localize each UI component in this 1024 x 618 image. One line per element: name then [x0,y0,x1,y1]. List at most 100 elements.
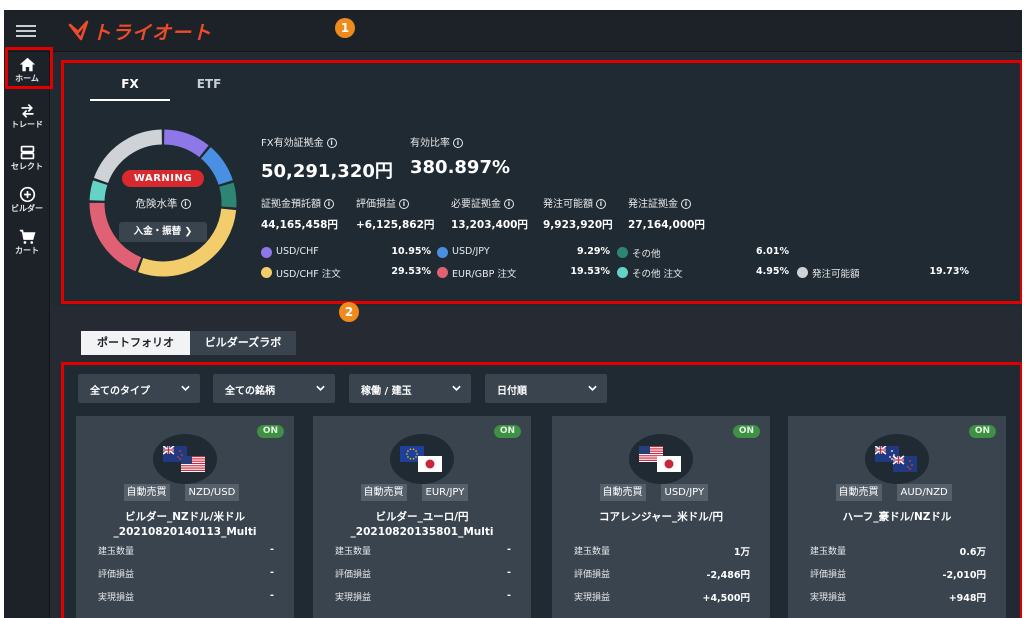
tab-etf[interactable]: ETF [169,77,249,101]
legend-swatch [617,267,628,278]
donut-slice [89,180,108,202]
card-metric-value: - [270,590,274,601]
info-icon[interactable]: i [324,199,334,209]
tab-portfolio[interactable]: ポートフォリオ [81,331,190,355]
sidebar-item-label: セレクト [11,162,43,171]
info-icon[interactable]: i [180,199,191,209]
metric-value: 44,165,458円 [261,219,338,231]
strategy-card[interactable]: ON 自動売買 AUD/NZD ハーフ_豪ドル/NZドル 建玉数量 0.6万 評価損益 -2,… [788,416,1006,618]
card-metric-value: - [507,590,511,601]
annotation-badge-2: 2 [339,302,359,322]
info-icon[interactable]: i [326,138,337,148]
card-metric-label: 実現損益 [810,593,847,603]
strategy-name: ハーフ_豪ドル/NZドル [788,510,1006,525]
filter-dropdown[interactable]: 稼働 / 建玉 [349,374,471,403]
card-metric-value: -2,486円 [706,570,751,581]
legend-swatch [437,267,448,278]
fx-margin-value: 50,291,320円 [261,161,393,182]
card-metric-label: 評価損益 [98,570,135,580]
info-icon[interactable]: i [596,199,606,209]
home-icon [19,57,35,72]
legend-percent: 4.95% [756,266,789,277]
filter-label: 全ての銘柄 [225,386,275,397]
legend-swatch [437,247,448,258]
legend-swatch [617,247,628,258]
metric-value: 13,203,400円 [451,219,528,231]
strategy-card[interactable]: ON 自動売買 USD/JPY コアレンジャー_米ドル/円建玉数量 1万評価損益 -2,4… [552,416,770,618]
sidebar-item-label: カート [15,246,39,255]
status-badge: ON [733,425,760,438]
trade-type-tag: 自動売買 [360,484,407,501]
margin-donut-chart: WARNING 危険水準 i 入金・振替 ❯ [83,123,243,283]
ratio-label-text: 有効比率 [410,138,450,149]
card-metric-value: - [507,567,511,578]
tab-fx[interactable]: FX [90,77,170,101]
filter-label: 全てのタイプ [90,386,150,397]
strategy-name: ビルダー_ユーロ/円 _20210820135801_Multi [313,510,531,540]
info-icon[interactable]: i [504,199,514,209]
sidebar-item-trade[interactable]: トレード [4,98,50,138]
currency-pair-tag: USD/JPY [660,484,709,501]
strategy-name-line: ビルダー_ユーロ/円 [375,511,469,523]
strategy-name-line: _20210820135801_Multi [350,526,494,538]
currency-flags [629,434,693,484]
filter-dropdown[interactable]: 日付順 [485,374,607,403]
legend-percent: 19.53% [570,266,610,277]
card-metric-label: 建玉数量 [574,547,611,557]
card-metric-value: +948円 [948,593,986,604]
ratio-label: 有効比率 i [410,134,463,149]
strategy-name-line: コアレンジャー_米ドル/円 [598,511,724,523]
card-metric-label: 実現損益 [98,593,135,603]
status-badge: ON [969,425,996,438]
menu-icon[interactable] [16,22,36,40]
card-metric-value: 0.6万 [959,547,986,558]
currency-flags-icon [163,446,205,472]
card-metric-value: +4,500円 [702,593,750,604]
chevron-down-icon [316,385,325,391]
trade-type-tag: 自動売買 [599,484,646,501]
card-metric-label: 評価損益 [810,570,847,580]
card-metric-label: 評価損益 [574,570,611,580]
metric-value: 27,164,000円 [628,219,705,231]
legend-label: その他 注文 [632,269,683,280]
sidebar: ホーム トレード セレクト ビルダー カート [4,52,50,618]
strategy-name-line: ハーフ_豪ドル/NZドル [842,511,952,523]
account-summary-panel: FX ETF WARNING 危険水準 i 入金・振替 ❯ FX有効証拠金 i 有効… [53,53,1022,306]
strategy-card[interactable]: ON 自動売買 EUR/JPY ビルダー_ユーロ/円 _20210820135801_M… [313,416,531,618]
legend-swatch [797,267,808,278]
legend-percent: 29.53% [391,266,431,277]
metric-label: 発注証拠金 i [628,195,691,210]
tab-builders-lab[interactable]: ビルダーズラボ [190,331,296,355]
filter-dropdown[interactable]: 全てのタイプ [78,374,200,403]
deposit-transfer-button[interactable]: 入金・振替 ❯ [119,222,207,242]
card-metric-label: 実現損益 [574,593,611,603]
sidebar-item-label: ビルダー [11,204,43,213]
logo[interactable]: トライオート [68,18,212,44]
sidebar-item-home[interactable]: ホーム [4,52,50,92]
currency-flags-icon [875,446,917,472]
sidebar-item-builder[interactable]: ビルダー [4,182,50,222]
card-metric-value: 1万 [733,547,750,558]
legend-percent: 9.29% [577,246,610,257]
sidebar-item-select[interactable]: セレクト [4,140,50,180]
currency-flags-icon [639,446,681,472]
legend-label: USD/CHF [276,246,319,257]
filter-dropdown[interactable]: 全ての銘柄 [213,374,335,403]
info-icon[interactable]: i [681,199,691,209]
currency-pair-tag: EUR/JPY [421,484,469,501]
chevron-down-icon [588,385,597,391]
strategy-card[interactable]: ON 自動売買 NZD/USD ビルダー_NZドル/米ドル _2021082014011… [76,416,294,618]
plus-circle-icon [19,186,35,203]
info-icon[interactable]: i [399,199,409,209]
currency-pair-tag: AUD/NZD [896,484,952,501]
currency-flags [390,434,454,484]
info-icon[interactable]: i [453,138,463,148]
app-window: トライオート 1 ホーム トレード セレクト ビルダー カート FX ETF W… [4,10,1022,618]
sidebar-item-cart[interactable]: カート [4,224,50,264]
strategy-name-line: ビルダー_NZドル/米ドル [125,511,245,523]
top-bar: トライオート 1 [4,10,1022,52]
fx-margin-label: FX有効証拠金 i [261,134,337,149]
select-icon [20,145,34,160]
legend-percent: 6.01% [756,246,789,257]
legend-label: EUR/GBP 注文 [452,269,517,280]
